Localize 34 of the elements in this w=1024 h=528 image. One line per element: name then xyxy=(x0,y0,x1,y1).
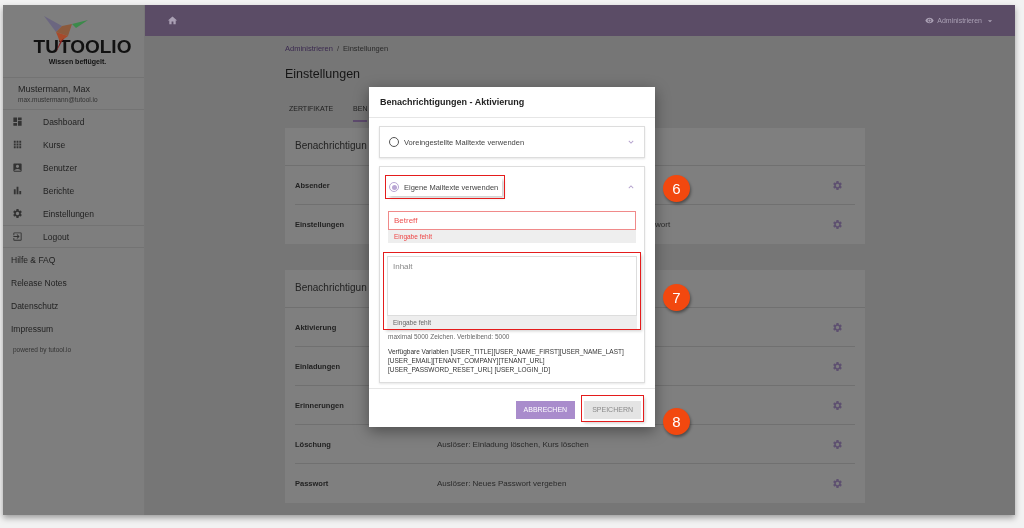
logo-wordmark: TUTOOLIO xyxy=(33,35,132,57)
settings-icon xyxy=(12,208,23,219)
page-title: Einstellungen xyxy=(285,67,362,81)
sidebar-item[interactable]: Einstellungen xyxy=(3,202,144,225)
settings-icon[interactable] xyxy=(832,179,843,191)
sidebar-item[interactable]: Berichte xyxy=(3,179,144,202)
sidebar-item[interactable]: Kurse xyxy=(3,133,144,156)
user-name: Mustermann, Max xyxy=(18,84,92,94)
settings-icon[interactable] xyxy=(832,219,843,230)
settings-icon[interactable] xyxy=(832,478,843,489)
sidebar-link[interactable]: Hilfe & FAQ xyxy=(3,248,144,271)
sidebar-link[interactable]: Release Notes xyxy=(3,271,144,294)
sidebar-link[interactable]: Datenschutz xyxy=(3,294,144,317)
sidebar-item[interactable]: Dashboard xyxy=(3,110,144,133)
sidebar-item[interactable]: Benutzer xyxy=(3,156,144,179)
settings-icon[interactable] xyxy=(832,360,843,372)
row-value: wort xyxy=(655,220,671,229)
dialog-title: Benachrichtigungen - Aktivierung xyxy=(369,87,655,118)
contact-card-icon xyxy=(12,162,23,173)
row-value: Auslöser: Neues Passwort vergeben xyxy=(437,479,567,488)
settings-icon[interactable] xyxy=(832,438,843,450)
dashboard-icon xyxy=(12,116,23,127)
eye-icon xyxy=(925,16,935,25)
logout-icon xyxy=(12,231,23,242)
bar-chart-icon xyxy=(12,185,23,196)
grid-icon xyxy=(12,139,23,150)
logout-item[interactable]: Logout xyxy=(3,225,144,248)
content-field[interactable]: Inhalt xyxy=(387,256,637,316)
subject-field[interactable]: Betreff xyxy=(388,211,636,230)
row-value: Auslöser: Einladung löschen, Kurs löschen xyxy=(437,439,589,449)
home-icon[interactable] xyxy=(167,15,178,26)
settings-icon[interactable] xyxy=(832,321,843,333)
settings-icon[interactable] xyxy=(832,399,843,411)
sidebar-link[interactable]: Impressum xyxy=(3,317,144,340)
